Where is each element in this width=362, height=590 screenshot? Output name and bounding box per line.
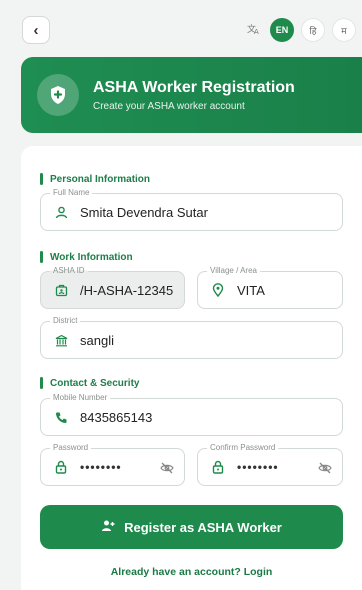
- full-name-input[interactable]: Smita Devendra Sutar: [80, 205, 208, 220]
- eye-off-icon[interactable]: [318, 461, 332, 479]
- chevron-left-icon: ‹: [33, 21, 39, 39]
- section-work: Work Information: [40, 251, 133, 263]
- page-title: ASHA Worker Registration: [93, 78, 295, 96]
- register-button[interactable]: Register as ASHA Worker: [40, 505, 343, 549]
- phone-icon: [54, 410, 68, 424]
- section-contact: Contact & Security: [40, 377, 139, 389]
- header-card: ASHA Worker Registration Create your ASH…: [21, 57, 362, 133]
- asha-id-field: ASHA ID /H-ASHA-12345: [40, 266, 185, 309]
- asha-id-label: ASHA ID: [50, 266, 88, 275]
- back-button[interactable]: ‹: [22, 16, 50, 44]
- lock-icon: [54, 460, 68, 474]
- password-field[interactable]: Password ••••••••: [40, 443, 185, 486]
- district-input[interactable]: sangli: [80, 333, 114, 348]
- top-bar: ‹ 文A EN हि म: [0, 0, 362, 56]
- location-pin-icon: [211, 283, 225, 297]
- id-badge-icon: [54, 283, 68, 297]
- svg-text:A: A: [254, 28, 259, 35]
- building-icon: [54, 333, 68, 347]
- asha-id-input: /H-ASHA-12345: [80, 282, 174, 298]
- eye-off-icon[interactable]: [160, 461, 174, 479]
- mobile-field[interactable]: Mobile Number 8435865143: [40, 393, 343, 436]
- section-personal: Personal Information: [40, 173, 150, 185]
- user-add-icon: [101, 519, 115, 535]
- language-en-button[interactable]: EN: [270, 18, 294, 42]
- full-name-label: Full Name: [50, 188, 93, 197]
- full-name-field[interactable]: Full Name Smita Devendra Sutar: [40, 188, 343, 231]
- confirm-password-field[interactable]: Confirm Password ••••••••: [197, 443, 343, 486]
- mobile-input[interactable]: 8435865143: [80, 410, 152, 425]
- person-icon: [54, 205, 68, 219]
- lock-icon: [211, 460, 225, 474]
- village-field[interactable]: Village / Area VITA: [197, 266, 343, 309]
- register-button-label: Register as ASHA Worker: [124, 519, 282, 535]
- language-switcher: 文A EN हि म: [245, 18, 356, 42]
- password-input[interactable]: ••••••••: [80, 460, 122, 474]
- confirm-password-input[interactable]: ••••••••: [237, 460, 279, 474]
- password-label: Password: [50, 443, 92, 452]
- page-subtitle: Create your ASHA worker account: [93, 100, 245, 112]
- confirm-password-label: Confirm Password: [207, 443, 279, 452]
- language-mr-button[interactable]: म: [332, 18, 356, 42]
- district-field[interactable]: District sangli: [40, 316, 343, 359]
- language-hi-button[interactable]: हि: [301, 18, 325, 42]
- village-label: Village / Area: [207, 266, 260, 275]
- district-label: District: [50, 316, 81, 325]
- shield-plus-icon: [37, 74, 79, 116]
- login-link[interactable]: Already have an account? Login: [21, 566, 362, 578]
- village-input[interactable]: VITA: [237, 283, 265, 298]
- translate-icon: 文A: [245, 23, 263, 38]
- mobile-label: Mobile Number: [50, 393, 111, 402]
- registration-form: Personal Information Full Name Smita Dev…: [21, 146, 362, 590]
